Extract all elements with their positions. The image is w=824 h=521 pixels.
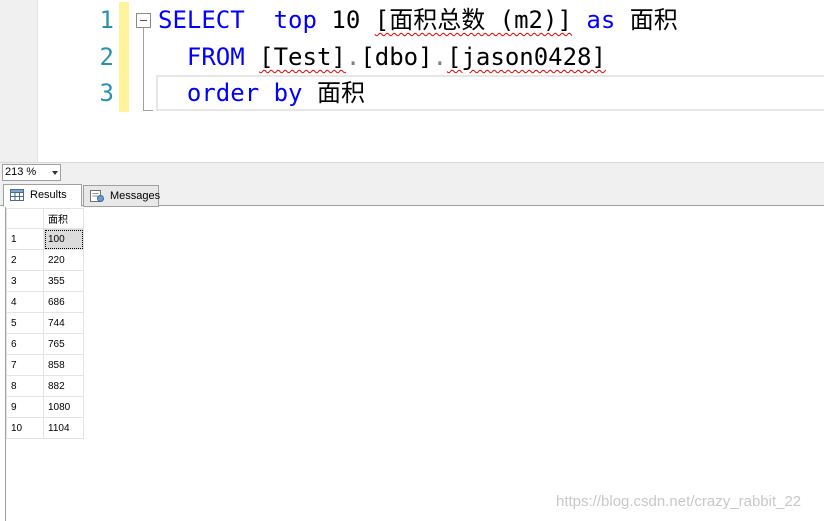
code-line-1[interactable]: SELECT top 10 [面积总数 (m2)] as 面积 (158, 2, 678, 38)
row-number[interactable]: 7 (6, 354, 44, 376)
line-number: 1 (99, 6, 114, 34)
change-indicator-bar (119, 2, 129, 112)
keyword-as: as (586, 6, 616, 34)
fold-guide-end (143, 110, 153, 111)
results-tab-strip: Results Messages (0, 181, 824, 207)
keyword-by: by (273, 79, 303, 107)
column-identifier: [面积总数 (m2)] (374, 6, 572, 34)
row-number[interactable]: 6 (6, 333, 44, 355)
table-row[interactable]: 6 765 (6, 333, 84, 355)
code-line-2[interactable]: FROM [Test].[dbo].[jason0428] (158, 39, 606, 75)
tab-results[interactable]: Results (3, 184, 82, 207)
code-dot: . (432, 43, 448, 71)
keyword-from: FROM (186, 43, 245, 71)
line-number: 2 (99, 43, 114, 71)
grid-cell[interactable]: 858 (43, 354, 84, 376)
grid-cell[interactable]: 686 (43, 291, 84, 313)
keyword-top: top (273, 6, 317, 34)
table-row[interactable]: 5 744 (6, 312, 84, 334)
results-pane: 面积 1 100 2 220 3 355 4 686 5 744 6 765 7 858 88… (0, 207, 824, 521)
table-identifier: [jason0428] (447, 43, 606, 71)
table-row[interactable]: 7 858 (6, 354, 84, 376)
row-number-header[interactable] (6, 208, 44, 229)
table-row[interactable]: 9 1080 (6, 396, 84, 418)
grid-cell[interactable]: 100 (43, 228, 84, 250)
fold-guide-line (143, 28, 144, 110)
line-number-gutter: 1 2 3 (38, 0, 118, 162)
row-number[interactable]: 8 (6, 375, 44, 397)
keyword-order: order (186, 79, 260, 107)
grid-cell[interactable]: 355 (43, 270, 84, 292)
column-header[interactable]: 面积 (43, 208, 84, 229)
table-row[interactable]: 8 882 (6, 375, 84, 397)
order-column: 面积 (302, 79, 365, 107)
row-number[interactable]: 2 (6, 249, 44, 271)
editor-left-margin (0, 0, 38, 162)
watermark: https://blog.csdn.net/crazy_rabbit_22 (556, 493, 802, 510)
grid-cell[interactable]: 765 (43, 333, 84, 355)
messages-icon (90, 190, 104, 202)
grid-cell[interactable]: 1080 (43, 396, 84, 418)
row-number[interactable]: 3 (6, 270, 44, 292)
tab-label: Messages (110, 190, 161, 202)
column-alias: 面积 (615, 6, 678, 34)
grid-cell[interactable]: 1104 (43, 417, 84, 439)
tab-messages[interactable]: Messages (83, 185, 161, 207)
row-number[interactable]: 10 (6, 417, 44, 439)
grid-frame (5, 207, 824, 521)
row-number[interactable]: 9 (6, 396, 44, 418)
grid-cell[interactable]: 220 (43, 249, 84, 271)
grid-cell[interactable]: 882 (43, 375, 84, 397)
grid-icon (10, 189, 24, 201)
code-number: 10 (316, 6, 375, 34)
code-dot: . (345, 43, 361, 71)
zoom-bar: 213 % (0, 162, 824, 181)
row-number[interactable]: 4 (6, 291, 44, 313)
zoom-value: 213 % (5, 166, 37, 178)
collapse-icon[interactable] (136, 13, 151, 28)
table-row[interactable]: 10 1104 (6, 417, 84, 439)
schema-identifier: [dbo] (360, 43, 433, 71)
chevron-down-icon (52, 171, 58, 175)
grid-cell[interactable]: 744 (43, 312, 84, 334)
row-number[interactable]: 5 (6, 312, 44, 334)
grid-header-row: 面积 (6, 208, 84, 229)
query-editor[interactable]: 1 2 3 SELECT top 10 [面积总数 (m2)] as 面积 FR… (0, 0, 824, 162)
database-identifier: [Test] (259, 43, 346, 71)
table-row[interactable]: 4 686 (6, 291, 84, 313)
tab-label: Results (30, 189, 67, 201)
row-number[interactable]: 1 (6, 228, 44, 250)
table-row[interactable]: 2 220 (6, 249, 84, 271)
line-number: 3 (99, 79, 114, 107)
zoom-dropdown[interactable]: 213 % (2, 164, 61, 181)
results-grid[interactable]: 面积 1 100 2 220 3 355 4 686 5 744 6 765 7 858 88… (6, 208, 84, 439)
table-row[interactable]: 1 100 (6, 228, 84, 250)
table-row[interactable]: 3 355 (6, 270, 84, 292)
keyword-select: SELECT (158, 6, 245, 34)
code-line-3[interactable]: order by 面积 (158, 75, 365, 111)
